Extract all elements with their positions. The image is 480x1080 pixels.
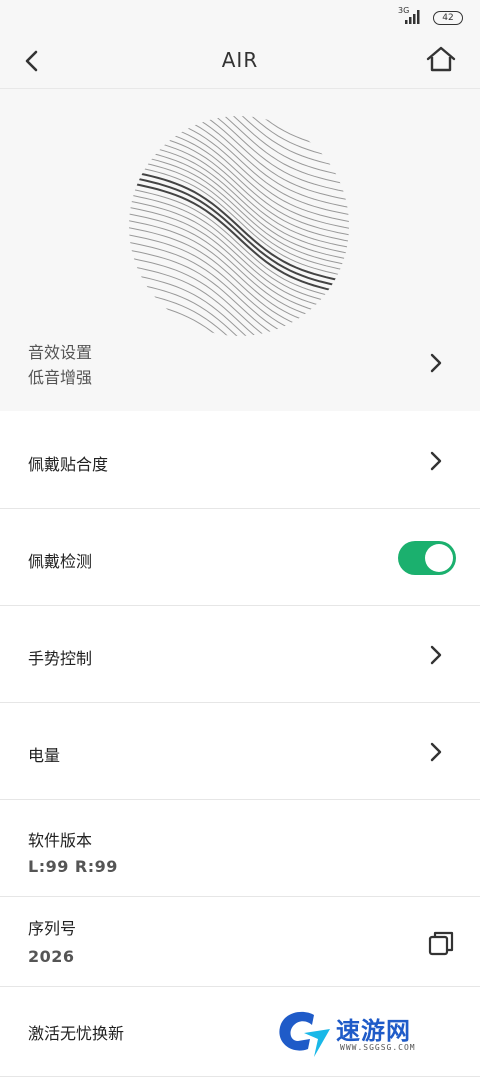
signal-icon: 3G — [398, 6, 428, 26]
wave-line — [129, 217, 349, 335]
software-version-label: 软件版本 — [28, 831, 93, 850]
chevron-right-icon — [430, 742, 442, 762]
sound-settings-card[interactable]: 音效设置 低音增强 — [0, 89, 480, 411]
replacement-label: 激活无忧换新 — [28, 1024, 125, 1043]
watermark-logo-icon — [279, 1011, 330, 1057]
software-version-row: 软件版本 L:99 R:99 — [0, 800, 480, 897]
wave-line — [129, 247, 349, 336]
wave-line — [129, 116, 349, 155]
site-watermark: 速游网 WWW.SGGSG.COM — [274, 1005, 464, 1065]
home-icon — [426, 46, 456, 72]
wave-line — [129, 116, 349, 196]
wear-detect-label: 佩戴检测 — [28, 552, 93, 571]
wave-line — [129, 296, 349, 336]
chevron-right-icon — [430, 353, 442, 373]
wave-line — [129, 322, 349, 336]
chevron-right-icon — [430, 645, 442, 665]
wave-line — [129, 305, 349, 336]
gesture-control-row[interactable]: 手势控制 — [0, 606, 480, 703]
wave-line — [129, 314, 349, 336]
home-button[interactable] — [424, 44, 458, 76]
sound-settings-label: 音效设置 — [28, 343, 93, 362]
wave-line — [129, 331, 349, 336]
serial-number-value: 2026 — [28, 947, 75, 966]
divider — [0, 1076, 480, 1077]
wave-line — [129, 116, 349, 180]
wear-fit-row[interactable]: 佩戴贴合度 — [0, 412, 480, 509]
wave-line — [129, 198, 349, 315]
battery-level-label: 电量 — [28, 746, 61, 765]
status-bar: 3G 42 — [0, 0, 480, 36]
battery-icon: 42 — [433, 11, 463, 25]
battery-level-row[interactable]: 电量 — [0, 703, 480, 800]
wave-line — [129, 204, 349, 322]
wear-fit-label: 佩戴贴合度 — [28, 455, 109, 474]
page-title: AIR — [221, 48, 259, 72]
serial-number-row: 序列号 2026 — [0, 897, 480, 987]
watermark-name: 速游网 — [336, 1017, 411, 1045]
gesture-control-label: 手势控制 — [28, 649, 93, 668]
wear-detect-toggle[interactable] — [398, 541, 456, 575]
sound-settings-value: 低音增强 — [28, 368, 93, 387]
software-version-value: L:99 R:99 — [28, 857, 118, 876]
wave-line — [129, 116, 349, 137]
chevron-right-icon — [430, 451, 442, 471]
nav-bar: AIR — [0, 36, 480, 89]
wave-line — [129, 116, 349, 203]
sound-wave-graphic — [129, 116, 349, 336]
watermark-url: WWW.SGGSG.COM — [340, 1043, 416, 1052]
toggle-knob — [425, 544, 453, 572]
serial-number-label: 序列号 — [28, 919, 77, 938]
wear-detect-row: 佩戴检测 — [0, 509, 480, 606]
copy-icon[interactable] — [426, 928, 456, 958]
